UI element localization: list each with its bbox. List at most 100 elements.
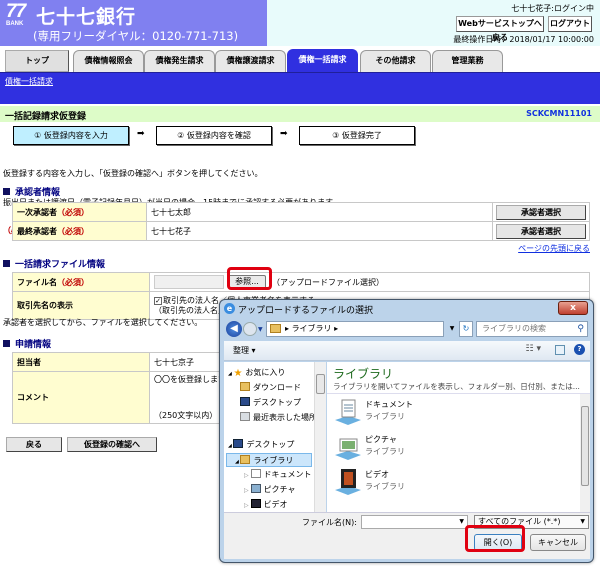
tree-label: ライブラリ <box>253 456 294 465</box>
tree-item-pictures[interactable]: ▷ ピクチャ <box>244 483 295 497</box>
web-service-top-button[interactable]: Webサービストップへ戻る <box>456 16 544 42</box>
scrollbar-thumb[interactable] <box>316 374 325 394</box>
approver-section-heading: 承認者情報 <box>3 185 60 198</box>
tab-claim-transfer[interactable]: 債権譲渡請求 <box>215 50 286 72</box>
step-arrow-icon: ➡ <box>137 129 145 139</box>
desktop-icon <box>240 397 250 406</box>
tab-top[interactable]: トップ <box>5 50 69 72</box>
final-approver-value: 七十七花子 <box>146 221 493 241</box>
label-text: ファイル名 <box>17 277 57 287</box>
library-item-pictures[interactable]: ピクチャ ライブラリ <box>333 431 533 463</box>
tab-administration[interactable]: 管理業務 <box>432 50 503 72</box>
tree-item-recent-places[interactable]: 最近表示した場所 <box>240 411 314 425</box>
bank-logo-area: 77 BANK 七十七銀行 (専用フリーダイヤル：0120-771-713) <box>0 0 267 46</box>
step-2-confirm: ② 仮登録内容を確認 <box>156 126 272 145</box>
confirm-registration-button[interactable]: 仮登録の確認へ <box>67 437 157 452</box>
select-first-approver-button[interactable]: 承認者選択 <box>495 204 586 220</box>
address-breadcrumb[interactable]: ライブラリ <box>292 324 332 333</box>
search-input[interactable]: ライブラリの検索 ⚲ <box>476 321 588 337</box>
forward-arrow-icon[interactable] <box>243 322 257 336</box>
file-section-heading: 一括請求ファイル情報 <box>3 257 105 270</box>
library-type: ライブラリ <box>365 447 405 456</box>
tree-label: ダウンロード <box>253 383 301 392</box>
chevron-down-icon: ▼ <box>580 518 585 525</box>
tab-other-requests[interactable]: その他請求 <box>360 50 431 72</box>
file-list-pane: ライブラリ ライブラリを開いてファイルを表示し、フォルダー別、日付別、または..… <box>327 362 590 512</box>
table-row: 一次承認者（必須） 七十七太郎 承認者選択 <box>12 202 591 222</box>
dialog-toolbar: 整理 ▾ ☷ ▾ ? <box>224 341 590 361</box>
display-name-checkbox[interactable]: ✓ <box>154 296 162 305</box>
open-highlight <box>465 525 525 552</box>
tree-label: お気に入り <box>245 368 286 377</box>
button-cell: 承認者選択 <box>491 202 591 222</box>
address-bar[interactable]: ▸ ライブラリ ▸ <box>266 321 444 337</box>
view-options-icon[interactable]: ☷ ▾ <box>526 344 541 354</box>
star-icon: ★ <box>233 368 243 379</box>
search-placeholder: ライブラリの検索 <box>482 324 546 333</box>
address-dropdown-icon[interactable]: ▼ <box>446 321 458 337</box>
required-tag: （必須） <box>57 207 89 217</box>
preview-pane-icon[interactable] <box>555 345 565 355</box>
filename-label: ファイル名(N): <box>302 518 357 527</box>
divider <box>327 393 590 394</box>
section-square-icon <box>3 260 10 267</box>
file-list-scrollbar[interactable] <box>580 394 590 512</box>
bank-name: 七十七銀行 <box>36 6 137 28</box>
first-approver-label: 一次承認者（必須） <box>12 202 147 222</box>
tree-item-downloads[interactable]: ダウンロード <box>240 381 301 395</box>
pictures-icon <box>250 484 261 493</box>
tree-label: ビデオ <box>263 500 288 509</box>
logout-button[interactable]: ログアウト <box>548 16 592 32</box>
dialog-title: アップロードするファイルの選択 <box>238 306 374 316</box>
tree-item-desktop[interactable]: ◢ デスクトップ <box>228 438 294 452</box>
main-tabs: トップ 債権情報照会 債権発生請求 債権譲渡請求 債権一括請求 その他請求 管理… <box>0 48 600 72</box>
tree-item-favorites[interactable]: ◢ ★ お気に入り <box>228 366 285 380</box>
required-tag: （必須） <box>57 226 89 236</box>
dialog-close-button[interactable]: x <box>558 301 588 315</box>
videos-icon <box>250 499 261 508</box>
person-in-charge-label: 担当者 <box>12 352 150 372</box>
back-arrow-icon[interactable]: ◀ <box>226 321 242 337</box>
tab-claim-issuance[interactable]: 債権発生請求 <box>144 50 215 72</box>
file-upload-dialog: e アップロードするファイルの選択 x ◀ ▼ ▸ ライブラリ ▸ ▼ ↻ ライ… <box>219 299 594 563</box>
organize-menu[interactable]: 整理 ▾ <box>233 345 256 356</box>
tab-claim-inquiry[interactable]: 債権情報照会 <box>73 50 144 72</box>
tree-item-videos[interactable]: ▷ ビデオ <box>244 498 288 512</box>
pictures-library-icon <box>335 438 361 460</box>
help-icon[interactable]: ? <box>574 344 585 355</box>
approver-table: 一次承認者（必須） 七十七太郎 承認者選択 最終承認者（必須） 七十七花子 承認… <box>12 202 591 241</box>
navigation-scrollbar[interactable] <box>314 362 326 512</box>
cancel-button[interactable]: キャンセル <box>530 534 586 551</box>
page-top-link[interactable]: ページの先頭に戻る <box>518 243 590 254</box>
tree-label: デスクトップ <box>246 440 295 449</box>
library-description: ライブラリを開いてファイルを表示し、フォルダー別、日付別、または... <box>333 382 580 391</box>
site-header: 77 BANK 七十七銀行 (専用フリーダイヤル：0120-771-713) 七… <box>0 0 600 46</box>
tree-item-documents[interactable]: ▷ ドキュメント <box>244 468 312 482</box>
sub-nav-bulk-request-link[interactable]: 債権一括請求 <box>5 76 53 87</box>
label-text: 最終承認者 <box>17 226 57 236</box>
file-name-cell: 参照... （アップロードファイル選択） <box>149 272 590 292</box>
library-item-documents[interactable]: ドキュメント ライブラリ <box>333 396 533 428</box>
back-button[interactable]: 戻る <box>6 437 62 452</box>
select-final-approver-button[interactable]: 承認者選択 <box>495 223 586 239</box>
recent-places-icon <box>240 412 250 421</box>
approver-heading-text: 承認者情報 <box>15 188 61 198</box>
section-square-icon <box>3 340 10 347</box>
library-type: ライブラリ <box>365 482 405 491</box>
refresh-icon[interactable]: ↻ <box>459 321 473 337</box>
file-name-input[interactable] <box>154 275 224 289</box>
logo-number: 77 <box>6 1 26 22</box>
last-operation-time: 最終操作日時：2018/01/17 10:00:00 <box>453 35 594 44</box>
tab-bulk-request[interactable]: 債権一括請求 <box>287 49 358 72</box>
table-row: 最終承認者（必須） 七十七花子 承認者選択 <box>12 221 591 241</box>
library-item-videos[interactable]: ビデオ ライブラリ <box>333 466 533 498</box>
tree-item-libraries[interactable]: ◢ ライブラリ <box>226 453 312 467</box>
filename-input[interactable]: ▼ <box>361 515 468 529</box>
history-dropdown-icon[interactable]: ▼ <box>258 326 263 333</box>
chevron-down-icon[interactable]: ▼ <box>459 518 464 525</box>
library-name: ビデオ <box>365 470 389 479</box>
scrollbar-thumb[interactable] <box>581 406 589 486</box>
tree-item-desktop-fav[interactable]: デスクトップ <box>240 396 301 410</box>
final-approver-label: 最終承認者（必須） <box>12 221 147 241</box>
desktop-icon <box>233 439 244 448</box>
